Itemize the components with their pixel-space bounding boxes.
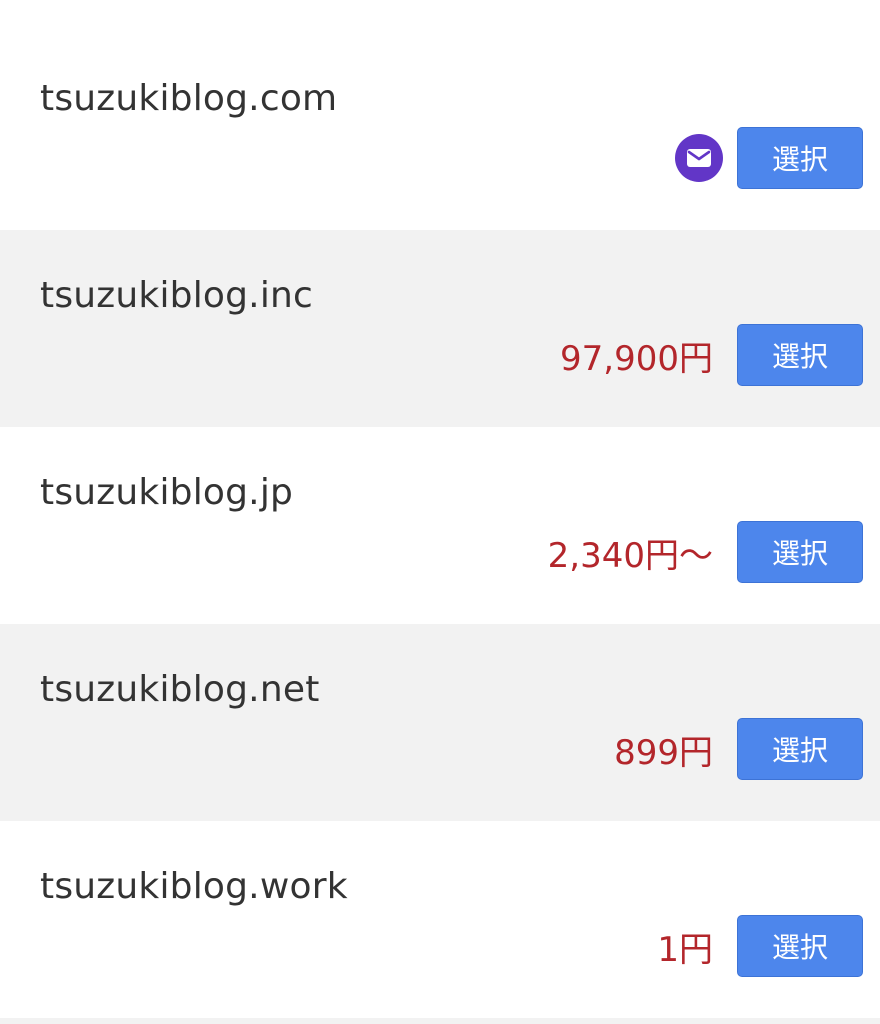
- domain-row: tsuzukiblog.com 選択: [0, 33, 880, 230]
- domain-price: 97,900円: [560, 338, 713, 379]
- domain-price: 899円: [614, 732, 713, 773]
- select-button[interactable]: 選択: [737, 127, 863, 189]
- domain-actions: 2,340円〜 選択: [548, 521, 863, 583]
- select-button[interactable]: 選択: [737, 718, 863, 780]
- domain-name: tsuzukiblog.work: [40, 866, 348, 907]
- domain-actions: 1円 選択: [657, 915, 863, 977]
- select-button[interactable]: 選択: [737, 915, 863, 977]
- select-button[interactable]: 選択: [737, 324, 863, 386]
- domain-row: tsuzukiblog.inc 97,900円 選択: [0, 230, 880, 427]
- domain-actions: 899円 選択: [614, 718, 863, 780]
- next-row-edge: [0, 1018, 880, 1024]
- mail-icon: [675, 134, 723, 182]
- domain-row: tsuzukiblog.work 1円 選択: [0, 821, 880, 1018]
- domain-actions: 97,900円 選択: [560, 324, 863, 386]
- domain-price: 1円: [657, 929, 713, 970]
- domain-name: tsuzukiblog.inc: [40, 275, 314, 316]
- domain-results-list: tsuzukiblog.com 選択 tsuzukiblog.inc 97,90…: [0, 33, 880, 1018]
- domain-name: tsuzukiblog.net: [40, 669, 320, 710]
- domain-row: tsuzukiblog.net 899円 選択: [0, 624, 880, 821]
- domain-actions: 選択: [675, 127, 863, 189]
- domain-row: tsuzukiblog.jp 2,340円〜 選択: [0, 427, 880, 624]
- domain-name: tsuzukiblog.jp: [40, 472, 294, 513]
- select-button[interactable]: 選択: [737, 521, 863, 583]
- domain-name: tsuzukiblog.com: [40, 78, 338, 119]
- domain-price: 2,340円〜: [547, 535, 713, 576]
